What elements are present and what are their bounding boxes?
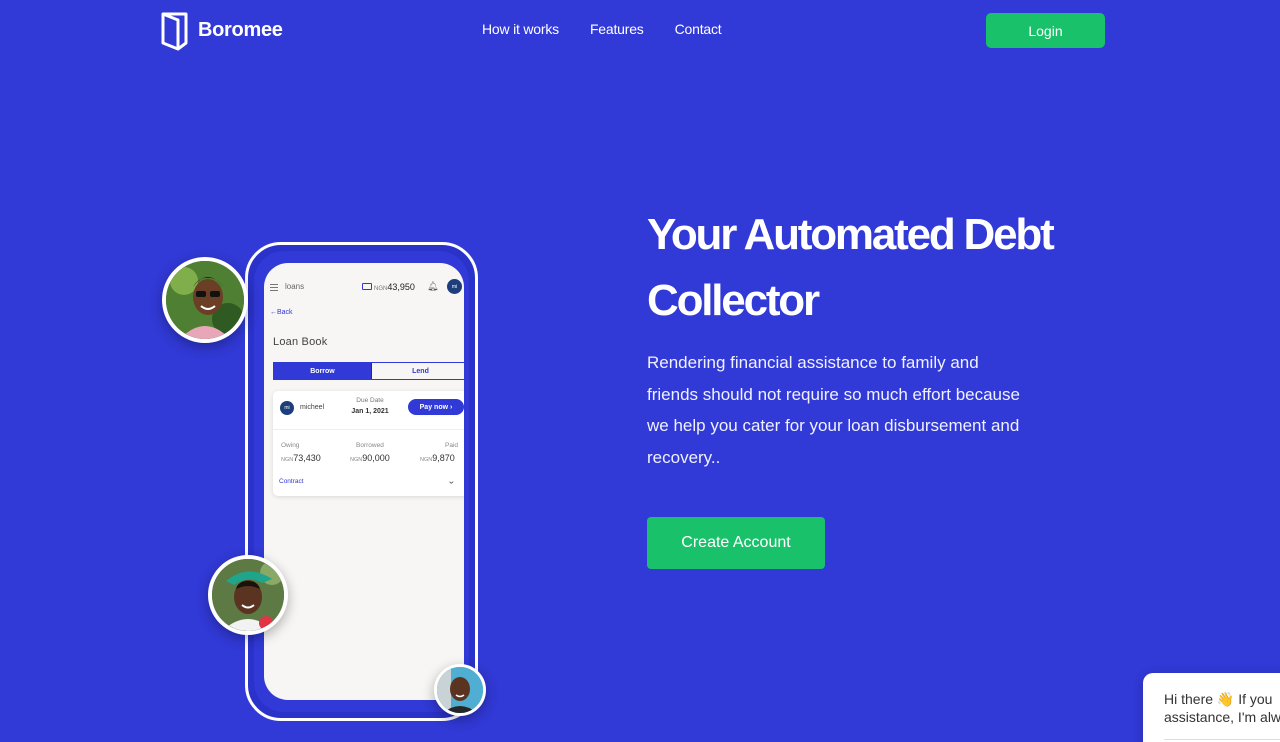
create-account-button[interactable]: Create Account — [647, 517, 825, 569]
chat-message-line1: Hi there 👋 If you — [1164, 691, 1273, 707]
pay-now-label: Pay now — [419, 403, 449, 411]
brand-name: Boromee — [198, 19, 283, 41]
user-avatar-photo — [434, 664, 486, 716]
hero-title: Your Automated Debt Collector — [647, 202, 1067, 334]
user-avatar-photo — [208, 555, 288, 635]
stat-paid-amount: 9,870 — [432, 453, 455, 463]
phone-mockup: loans NGN43,950 🔔︎ mi ←Back Loan Book Bo… — [245, 242, 478, 721]
wallet-icon — [362, 283, 372, 290]
stat-borrowed-amount: 90,000 — [362, 453, 390, 463]
stat-owing-value: NGN73,430 — [281, 453, 321, 463]
contract-link: Contract — [279, 478, 304, 485]
stat-paid-value: NGN9,870 — [420, 453, 455, 463]
hero-title-line2: Collector — [647, 276, 820, 325]
balance-value: 43,950 — [387, 282, 415, 292]
hamburger-icon — [270, 284, 278, 291]
stat-borrowed-label: Borrowed — [356, 442, 384, 449]
app-tab-lend: Lend — [371, 363, 464, 379]
back-arrow-icon: ← — [270, 309, 277, 316]
loan-card-name: micheel — [300, 404, 325, 411]
app-tabs: Borrow Lend — [273, 362, 464, 380]
chat-widget[interactable]: Hi there 👋 If you assistance, I'm alw — [1143, 673, 1280, 742]
brand-logo[interactable]: Boromee — [160, 10, 283, 51]
stat-owing-label: Owing — [281, 442, 300, 449]
woman-portrait-icon — [212, 559, 284, 631]
user-avatar-photo — [162, 257, 248, 343]
app-section-title: Loan Book — [273, 336, 328, 348]
chat-divider — [1164, 739, 1280, 740]
stat-borrowed-value: NGN90,000 — [350, 453, 390, 463]
loan-card: mi micheel Due Date Jan 1, 2021 Pay now … — [273, 391, 464, 496]
pay-now-button: Pay now › — [408, 399, 464, 415]
login-button[interactable]: Login — [986, 13, 1105, 48]
chat-message-line2: assistance, I'm alw — [1164, 709, 1280, 725]
app-menu-label: loans — [285, 282, 305, 291]
hero-description: Rendering financial assistance to family… — [647, 353, 1020, 467]
back-label: Back — [277, 309, 293, 316]
stat-paid-currency: NGN — [420, 457, 433, 463]
app-topbar: loans NGN43,950 🔔︎ mi — [264, 279, 464, 295]
due-date-label: Due Date — [356, 397, 384, 404]
hero-title-line1: Your Automated Debt — [647, 210, 1055, 259]
phone-bezel: loans NGN43,950 🔔︎ mi ←Back Loan Book Bo… — [254, 251, 469, 712]
stat-borrowed-currency: NGN — [350, 457, 363, 463]
chevron-right-icon: › — [450, 403, 453, 411]
app-balance: NGN43,950 — [374, 282, 415, 292]
stat-paid-label: Paid — [445, 442, 459, 449]
app-user-avatar: mi — [447, 279, 462, 294]
due-date-value: Jan 1, 2021 — [351, 408, 389, 415]
woman-portrait-icon — [166, 261, 244, 339]
stat-owing-currency: NGN — [281, 457, 294, 463]
card-divider — [273, 429, 464, 430]
bell-icon: 🔔︎ — [427, 281, 439, 291]
stat-owing-amount: 73,430 — [293, 453, 321, 463]
app-tab-borrow: Borrow — [274, 363, 371, 379]
logo-icon — [161, 12, 188, 51]
man-portrait-icon — [437, 667, 483, 713]
loan-card-avatar: mi — [280, 401, 294, 415]
nav-contact[interactable]: Contact — [675, 21, 722, 37]
main-nav: How it works Features Contact — [482, 21, 722, 37]
nav-how-it-works[interactable]: How it works — [482, 21, 559, 37]
app-back-link: ←Back — [270, 309, 293, 316]
nav-features[interactable]: Features — [590, 21, 644, 37]
balance-currency: NGN — [374, 286, 388, 292]
chat-message: Hi there 👋 If you assistance, I'm alw — [1164, 690, 1280, 726]
phone-screen: loans NGN43,950 🔔︎ mi ←Back Loan Book Bo… — [264, 263, 464, 700]
